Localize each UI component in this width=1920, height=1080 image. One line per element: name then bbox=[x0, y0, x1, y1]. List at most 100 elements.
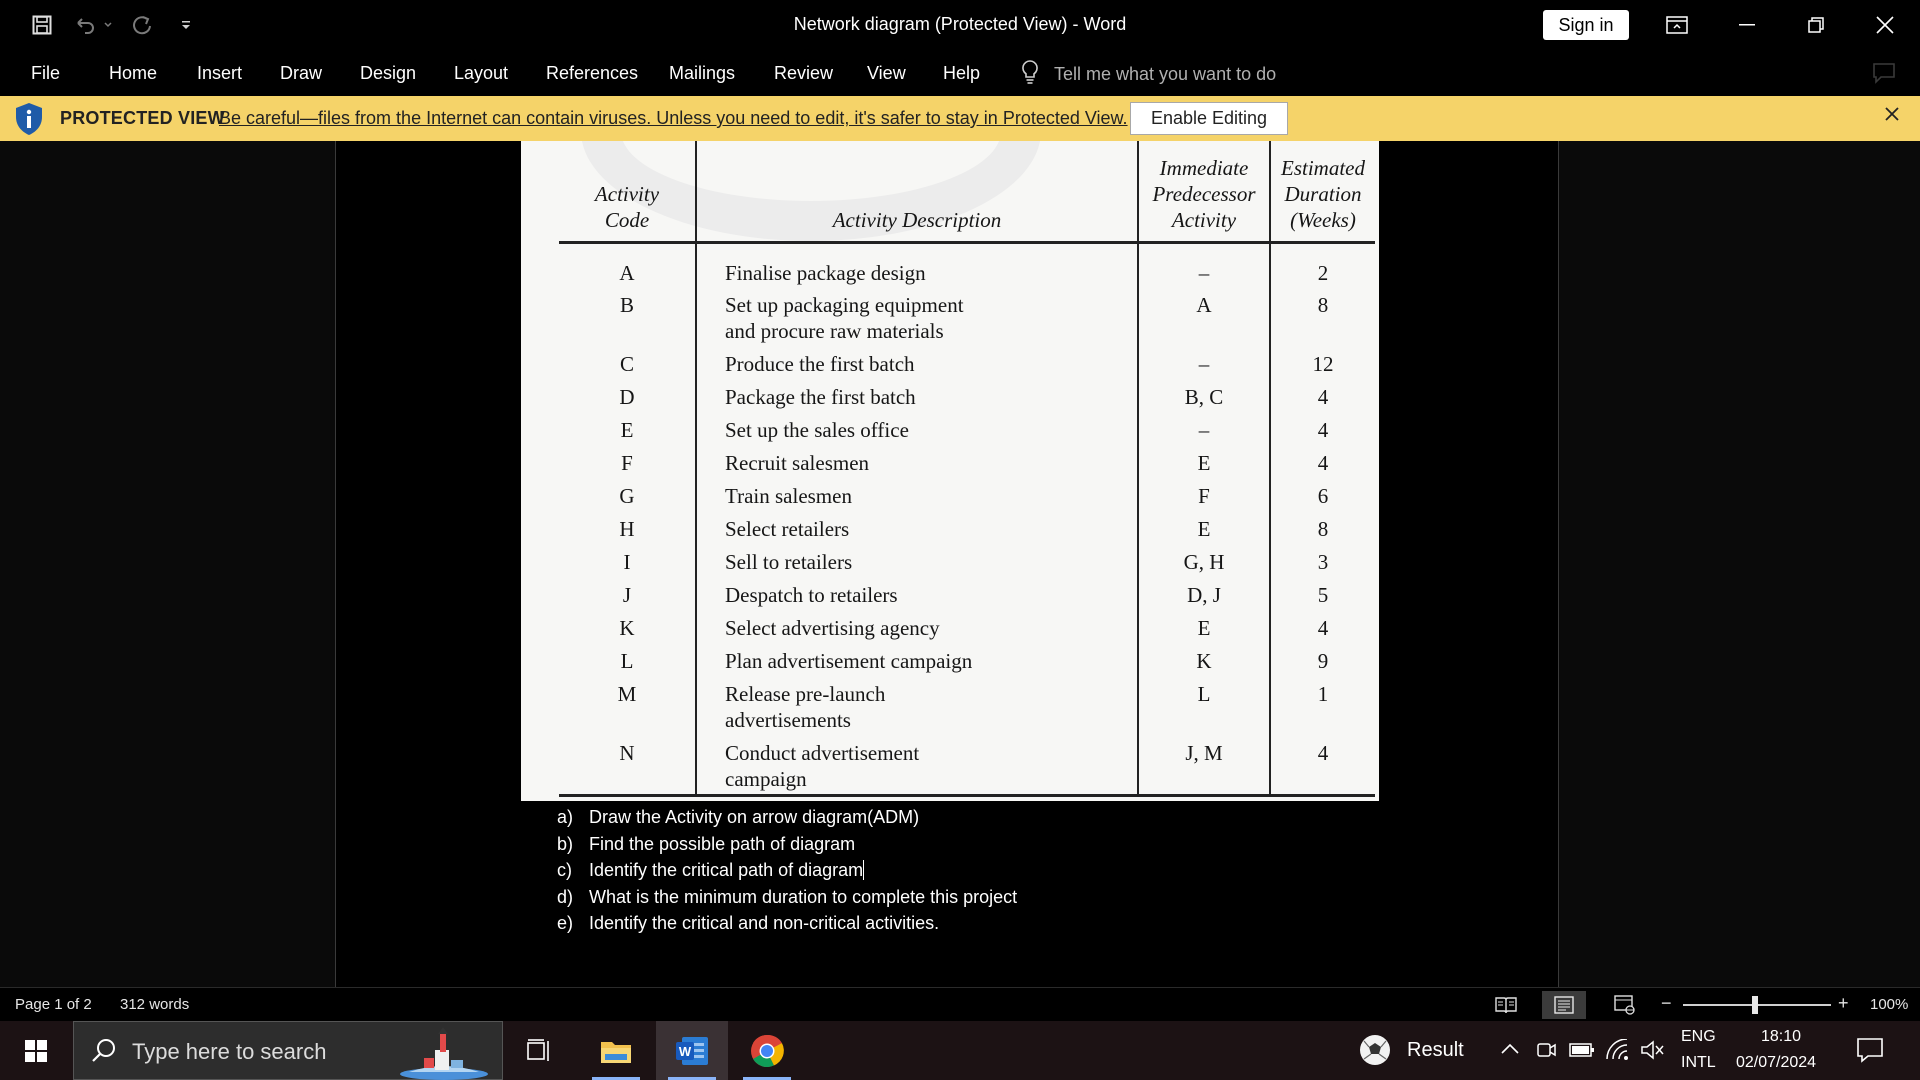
header-activity-description: Activity Description bbox=[696, 141, 1139, 244]
comments-icon[interactable] bbox=[1872, 62, 1896, 89]
word-count[interactable]: 312 words bbox=[120, 996, 189, 1013]
wifi-icon[interactable] bbox=[1605, 1038, 1629, 1066]
cell-description: Set up packaging equipment and procure r… bbox=[696, 291, 1139, 350]
activity-table: Activity Code Activity Description Immed… bbox=[559, 141, 1375, 797]
cell-duration: 2 bbox=[1317, 260, 1329, 285]
tell-me-placeholder: Tell me what you want to do bbox=[1054, 64, 1277, 84]
zoom-out-button[interactable]: − bbox=[1661, 993, 1672, 1014]
volume-muted-icon[interactable] bbox=[1640, 1039, 1666, 1066]
weather-result-text[interactable]: Result bbox=[1407, 1039, 1464, 1062]
table-row: B Set up packaging equipment and procure… bbox=[559, 291, 1375, 350]
list-item-text: Identify the critical path of diagram bbox=[589, 860, 864, 880]
cell-duration: 4 bbox=[1317, 418, 1329, 442]
table-row: I Sell to retailers G, H 3 bbox=[559, 548, 1375, 581]
cell-description: Package the first batch bbox=[696, 383, 1139, 416]
cell-duration: 1 bbox=[1317, 682, 1329, 706]
word-app-icon[interactable]: W bbox=[656, 1021, 728, 1080]
cell-predecessor: – bbox=[1138, 242, 1271, 291]
close-protected-bar-icon[interactable] bbox=[1884, 106, 1900, 127]
cell-code: C bbox=[559, 350, 697, 383]
minimize-icon[interactable] bbox=[1717, 0, 1777, 50]
svg-text:W: W bbox=[679, 1044, 692, 1059]
ribbon-tabs: File Home Insert Draw Design Layout Refe… bbox=[0, 50, 1920, 96]
tab-file[interactable]: File bbox=[31, 63, 60, 84]
table-row: K Select advertising agency E 4 bbox=[559, 614, 1375, 647]
cell-predecessor: L bbox=[1138, 680, 1271, 739]
file-explorer-icon[interactable] bbox=[580, 1021, 652, 1080]
table-row: H Select retailers E 8 bbox=[559, 515, 1375, 548]
save-icon[interactable] bbox=[28, 10, 56, 40]
title-bar: Network diagram (Protected View) - Word … bbox=[0, 0, 1920, 50]
search-highlight-lighthouse-icon bbox=[399, 1024, 489, 1080]
header-duration: Estimated Duration (Weeks) bbox=[1270, 141, 1375, 244]
header-predecessor: Immediate Predecessor Activity bbox=[1138, 141, 1271, 244]
zoom-in-button[interactable]: + bbox=[1838, 993, 1849, 1014]
taskbar-search-box[interactable]: Type here to search bbox=[73, 1021, 503, 1080]
language-eng[interactable]: ENG bbox=[1681, 1028, 1716, 1046]
cell-description: Conduct advertisement campaign bbox=[696, 739, 1139, 797]
clock-time[interactable]: 18:10 bbox=[1761, 1028, 1801, 1046]
tab-home[interactable]: Home bbox=[109, 63, 157, 84]
protected-view-bar: PROTECTED VIEW Be careful—files from the… bbox=[0, 96, 1920, 141]
tab-mailings[interactable]: Mailings bbox=[669, 63, 735, 84]
questions-list[interactable]: a) Draw the Activity on arrow diagram(AD… bbox=[557, 804, 1017, 937]
close-window-icon[interactable] bbox=[1855, 0, 1915, 50]
cell-description: Finalise package design bbox=[696, 242, 1139, 291]
meet-now-icon[interactable] bbox=[1535, 1039, 1557, 1066]
cell-code: D bbox=[559, 383, 697, 416]
task-view-icon[interactable] bbox=[503, 1021, 575, 1080]
web-layout-icon[interactable] bbox=[1603, 991, 1647, 1019]
tab-view[interactable]: View bbox=[867, 63, 906, 84]
tab-references[interactable]: References bbox=[546, 63, 638, 84]
list-item: c) Identify the critical path of diagram bbox=[557, 857, 1017, 884]
list-item-label: c) bbox=[557, 860, 572, 880]
language-intl[interactable]: INTL bbox=[1681, 1054, 1716, 1072]
cell-duration: 4 bbox=[1270, 739, 1375, 797]
football-weather-icon[interactable] bbox=[1358, 1033, 1392, 1072]
chevron-up-icon[interactable] bbox=[1500, 1041, 1520, 1060]
chrome-app-icon[interactable] bbox=[731, 1021, 803, 1080]
tab-review[interactable]: Review bbox=[774, 63, 833, 84]
table-row: F Recruit salesmen E 4 bbox=[559, 449, 1375, 482]
cell-duration: 8 bbox=[1317, 293, 1329, 317]
restore-icon[interactable] bbox=[1786, 0, 1846, 50]
redo-icon[interactable] bbox=[128, 10, 156, 40]
read-mode-icon[interactable] bbox=[1484, 991, 1528, 1019]
list-item-text: What is the minimum duration to complete… bbox=[589, 886, 1018, 907]
cell-predecessor: E bbox=[1138, 515, 1271, 548]
list-item-label: d) bbox=[557, 886, 574, 907]
tab-insert[interactable]: Insert bbox=[197, 63, 242, 84]
enable-editing-button[interactable]: Enable Editing bbox=[1130, 102, 1288, 135]
cell-code: F bbox=[559, 449, 697, 482]
clock-date[interactable]: 02/07/2024 bbox=[1736, 1054, 1816, 1072]
tell-me-box[interactable]: Tell me what you want to do bbox=[1020, 59, 1276, 90]
cell-description: Release pre-launch advertisements bbox=[696, 680, 1139, 739]
taskbar: Type here to search W Result ENG INTL 18… bbox=[0, 1021, 1920, 1080]
customize-toolbar-icon[interactable] bbox=[176, 10, 196, 40]
tab-layout[interactable]: Layout bbox=[454, 63, 508, 84]
zoom-slider-thumb[interactable] bbox=[1752, 996, 1758, 1014]
cell-code: H bbox=[559, 515, 697, 548]
activity-table-image: Activity Code Activity Description Immed… bbox=[521, 141, 1379, 801]
protected-view-message-link[interactable]: Be careful—files from the Internet can c… bbox=[219, 108, 1128, 129]
tab-draw[interactable]: Draw bbox=[280, 63, 322, 84]
battery-icon[interactable] bbox=[1569, 1041, 1595, 1064]
undo-icon[interactable] bbox=[70, 10, 116, 40]
list-item-label: b) bbox=[557, 833, 574, 854]
cell-description: Select retailers bbox=[696, 515, 1139, 548]
zoom-level[interactable]: 100% bbox=[1870, 996, 1908, 1013]
windows-start-icon[interactable] bbox=[14, 1034, 58, 1073]
list-item-label: e) bbox=[557, 913, 574, 933]
lightbulb-icon bbox=[1020, 59, 1040, 90]
print-layout-icon[interactable] bbox=[1542, 991, 1586, 1019]
tab-design[interactable]: Design bbox=[360, 63, 416, 84]
notification-center-icon[interactable] bbox=[1856, 1037, 1884, 1068]
tab-help[interactable]: Help bbox=[943, 63, 980, 84]
cell-code: L bbox=[559, 647, 697, 680]
sign-in-button[interactable]: Sign in bbox=[1543, 10, 1629, 40]
ribbon-display-options-icon[interactable] bbox=[1647, 0, 1707, 50]
table-row: N Conduct advertisement campaign J, M 4 bbox=[559, 739, 1375, 797]
page-count[interactable]: Page 1 of 2 bbox=[15, 996, 92, 1013]
list-item: d) What is the minimum duration to compl… bbox=[557, 884, 1017, 911]
cell-predecessor: F bbox=[1138, 482, 1271, 515]
